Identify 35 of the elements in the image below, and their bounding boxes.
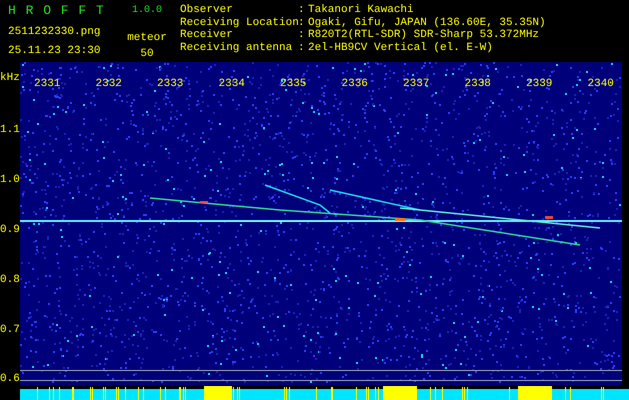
info-separator: :	[298, 29, 306, 42]
info-value: Ogaki, Gifu, JAPAN (136.60E, 35.35N)	[308, 16, 546, 29]
time-label: 2338	[464, 78, 491, 90]
axis-tick-label: 0.7	[0, 324, 20, 336]
time-label: 2331	[34, 78, 60, 90]
app-title: H R O F F T	[8, 4, 106, 18]
axis-tick-label: 0.9	[0, 224, 20, 236]
date-time: 25.11.23 23:30	[8, 44, 102, 57]
info-label: Receiver	[180, 29, 234, 42]
axis-tick-label: 0.6	[0, 372, 20, 385]
info-value: Takanori Kawachi	[308, 4, 414, 16]
time-label: 2335	[280, 78, 306, 90]
time-label: 2337	[403, 78, 430, 90]
info-separator: :	[298, 16, 306, 29]
version-label: 1.0.0	[132, 4, 162, 18]
time-label: 2340	[588, 78, 614, 90]
axis-tick-label: 0.8	[0, 274, 20, 286]
time-label: 2339	[526, 78, 552, 90]
info-separator: :	[298, 42, 306, 54]
info-value: 2el-HB9CV Vertical (el. E-W)	[308, 42, 493, 54]
axis-unit: kHz	[0, 72, 20, 84]
time-label: 2336	[342, 78, 368, 90]
count-label: meteor	[127, 32, 167, 44]
file-name: 2511232330.png	[8, 26, 102, 38]
info-label: Receiving Location	[180, 16, 298, 29]
time-label: 2332	[96, 78, 122, 90]
time-label: 2334	[218, 78, 245, 90]
time-label: 2333	[157, 78, 184, 90]
info-label: Observer	[180, 4, 234, 16]
info-label: Receiving antenna	[180, 42, 294, 54]
axis-tick-label: 1.1	[0, 124, 20, 136]
meteor-count: 50	[140, 48, 154, 60]
axis-tick-label: 1.0	[0, 174, 20, 186]
info-value: R820T2(RTL-SDR) SDR-Sharp 53.372MHz	[308, 29, 540, 42]
info-separator: :	[298, 4, 306, 16]
